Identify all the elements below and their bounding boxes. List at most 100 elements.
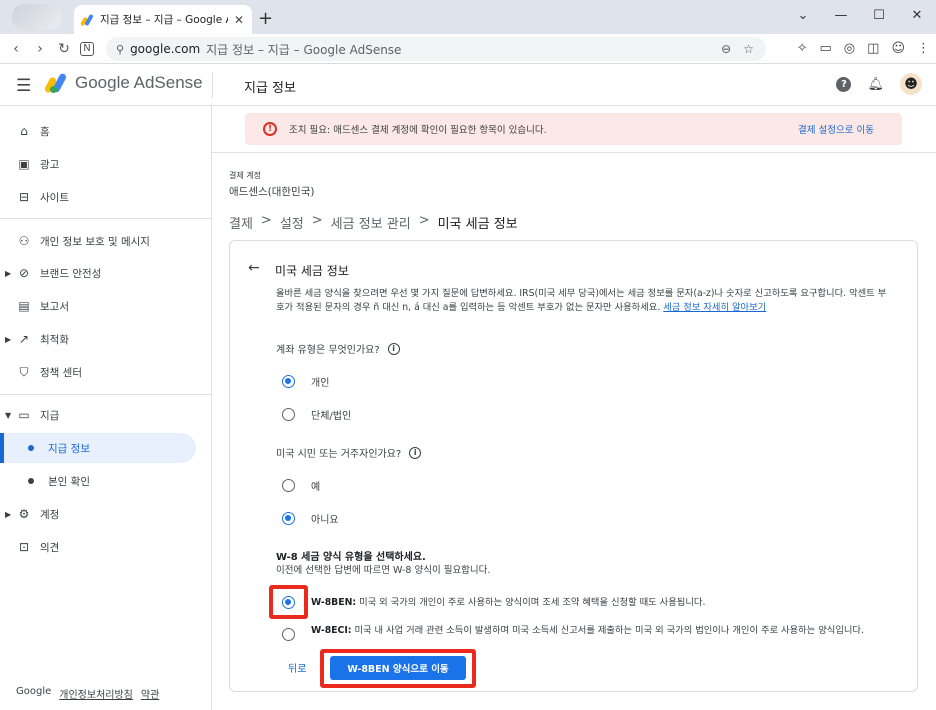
breadcrumb-item-settings[interactable]: 설정 [280, 213, 304, 232]
sidebar-item-label: 의견 [40, 541, 60, 554]
extensions-puzzle-icon[interactable]: ✧ [797, 41, 808, 56]
question-text: 미국 시민 또는 거주자인가요? [276, 449, 402, 460]
account-value: 애드센스(대한민국) [229, 186, 315, 198]
footer-privacy-link[interactable]: 개인정보처리방침 [59, 686, 133, 701]
side-panel-icon[interactable]: ◫ [867, 41, 879, 56]
profile-icon[interactable]: ☺ [891, 41, 905, 56]
question-text: 계좌 유형은 무엇인가요? [276, 345, 380, 356]
gear-icon: ⚙ [18, 507, 30, 521]
breadcrumb-item-billing[interactable]: 결제 [229, 213, 253, 232]
sidebar-item-privacy[interactable]: ⚇ 개인 정보 보호 및 메시지 [0, 226, 196, 256]
help-icon[interactable]: ? [836, 76, 852, 92]
avatar[interactable]: ☻ [900, 73, 922, 95]
notifications-bell-icon[interactable]: 🔔︎ [867, 77, 884, 92]
radio-w8eci[interactable]: W-8ECI: 미국 내 사업 거래 관련 소득이 발생하며 미국 소득세 신고… [282, 624, 902, 641]
w8ben-text: 미국 외 국가의 개인이 주로 사용하는 양식이며 조세 조약 혜택을 신청할 … [356, 597, 706, 608]
breadcrumb: 결제 > 설정 > 세금 정보 관리 > 미국 세금 정보 [229, 213, 518, 232]
bookmark-star-icon[interactable]: ☆ [743, 42, 754, 56]
question-us-citizen: 미국 시민 또는 거주자인가요? i [276, 445, 422, 460]
sidebar-item-feedback[interactable]: ⊡ 의견 [0, 532, 196, 562]
tab-close-icon[interactable]: ✕ [234, 13, 244, 27]
breadcrumb-item-tax-info[interactable]: 세금 정보 관리 [331, 213, 411, 232]
tab-search-icon[interactable]: ⌄ [784, 0, 822, 30]
sidebar-item-account[interactable]: ▶ ⚙ 계정 [0, 499, 196, 529]
sidebar-item-label: 보고서 [40, 300, 69, 313]
radio-button[interactable] [282, 479, 295, 492]
sidebar-item-identity-verification[interactable]: 본인 확인 [0, 466, 196, 496]
payments-icon: ▭ [18, 408, 30, 422]
w8-form-subtext: 이전에 선택한 답변에 따르면 W-8 양식이 필요합니다. [276, 565, 491, 576]
close-window-icon[interactable]: ✕ [898, 0, 936, 30]
forward-icon[interactable]: › [28, 41, 52, 57]
back-button[interactable]: 뒤로 [288, 660, 306, 675]
sidebar-item-label: 광고 [40, 158, 60, 171]
info-icon[interactable]: i [387, 342, 400, 355]
radio-label: 아니요 [311, 515, 339, 526]
menu-dots-icon[interactable]: ⋮ [917, 41, 930, 56]
new-tab-button[interactable]: + [258, 8, 273, 29]
sidebar-item-brand-safety[interactable]: ▶ ⊘ 브랜드 안전성 [0, 258, 196, 288]
n-extension-icon[interactable]: N [80, 41, 94, 56]
maximize-icon[interactable]: ☐ [860, 0, 898, 30]
radio-button-selected[interactable] [282, 512, 295, 525]
sidebar-item-reports[interactable]: ▤ 보고서 [0, 291, 196, 321]
sidebar-divider [0, 394, 212, 395]
button-highlight-box [320, 649, 476, 688]
reload-icon[interactable]: ↻ [52, 41, 76, 57]
block-icon: ⊘ [18, 266, 30, 280]
sidebar-item-label: 홈 [40, 125, 50, 138]
sidebar-item-label: 본인 확인 [48, 475, 90, 488]
account-label: 결제 계정 [229, 171, 261, 180]
extension-area: ✧ ▭ ◎ ◫ ☺ ⋮ [797, 41, 930, 56]
trend-icon: ↗ [18, 332, 30, 346]
info-icon[interactable]: i [409, 446, 422, 459]
sidebar-item-ads[interactable]: ▣ 광고 [0, 149, 196, 179]
radio-entity[interactable]: 단체/법인 [282, 407, 351, 422]
w8eci-text: 미국 내 사업 거래 관련 소득이 발생하며 미국 소득세 신고서를 제출하는 … [351, 625, 864, 636]
radio-no[interactable]: 아니요 [282, 511, 339, 526]
sidebar-item-payments[interactable]: ▼ ▭ 지급 [0, 400, 196, 430]
app-header: ☰ Google AdSense 지급 정보 ? 🔔︎ ☻ [0, 64, 936, 106]
radio-button[interactable] [282, 408, 295, 421]
footer-google: Google [16, 686, 52, 697]
breadcrumb-separator: > [311, 213, 323, 228]
sidebar-item-label: 최적화 [40, 333, 69, 346]
address-bar[interactable]: ⚲ google.com 지급 정보 – 지급 – Google AdSense… [106, 37, 766, 61]
back-arrow-icon[interactable]: ← [248, 260, 260, 276]
radio-w8ben[interactable]: W-8BEN: 미국 외 국가의 개인이 주로 사용하는 양식이며 조세 조약 … [282, 596, 902, 609]
sites-icon: ⊟ [18, 190, 30, 204]
description-text: 올바른 세금 양식을 찾으려면 우선 몇 가지 질문에 답변하세요. IRS(미… [276, 288, 887, 313]
browser-tab[interactable]: 지급 정보 – 지급 – Google AdSe ✕ [74, 5, 252, 34]
site-info-icon[interactable]: ⚲ [116, 43, 124, 56]
sidebar-item-payment-info[interactable]: 지급 정보 [0, 433, 196, 463]
radio-button[interactable] [282, 628, 295, 641]
minimize-icon[interactable]: — [822, 0, 860, 30]
learn-more-tax-link[interactable]: 세금 정보 자세히 알아보기 [663, 302, 766, 313]
url-host: google.com [130, 42, 201, 56]
adsense-brand[interactable]: Google AdSense [43, 72, 203, 94]
footer-terms-link[interactable]: 약관 [141, 686, 159, 701]
main-divider [212, 152, 936, 153]
radio-label: 개인 [311, 378, 330, 389]
radio-yes[interactable]: 예 [282, 478, 320, 493]
header-divider [212, 72, 213, 98]
sidebar-item-home[interactable]: ⌂ 홈 [0, 116, 196, 146]
hamburger-menu-icon[interactable]: ☰ [16, 76, 31, 96]
radio-button-selected[interactable] [282, 375, 295, 388]
screenshot-icon[interactable]: ◎ [844, 41, 855, 56]
sidebar-item-label: 사이트 [40, 191, 69, 204]
back-icon[interactable]: ‹ [4, 41, 28, 57]
sidebar-item-label: 지급 정보 [48, 442, 90, 455]
sidebar-item-sites[interactable]: ⊟ 사이트 [0, 182, 196, 212]
reports-icon: ▤ [18, 299, 30, 313]
radio-individual[interactable]: 개인 [282, 374, 329, 389]
sidebar-item-optimization[interactable]: ▶ ↗ 최적화 [0, 324, 196, 354]
zoom-icon[interactable]: ⊖ [721, 42, 731, 56]
expand-caret-icon: ▶ [5, 509, 12, 519]
go-to-payment-settings-link[interactable]: 결제 설정으로 이동 [798, 122, 874, 136]
sidebar-item-policy-center[interactable]: ⛉ 정책 센터 [0, 357, 196, 387]
privacy-icon: ⚇ [18, 234, 30, 248]
cast-icon[interactable]: ▭ [820, 41, 832, 56]
breadcrumb-separator: > [418, 213, 430, 228]
sidebar-divider [0, 218, 212, 219]
